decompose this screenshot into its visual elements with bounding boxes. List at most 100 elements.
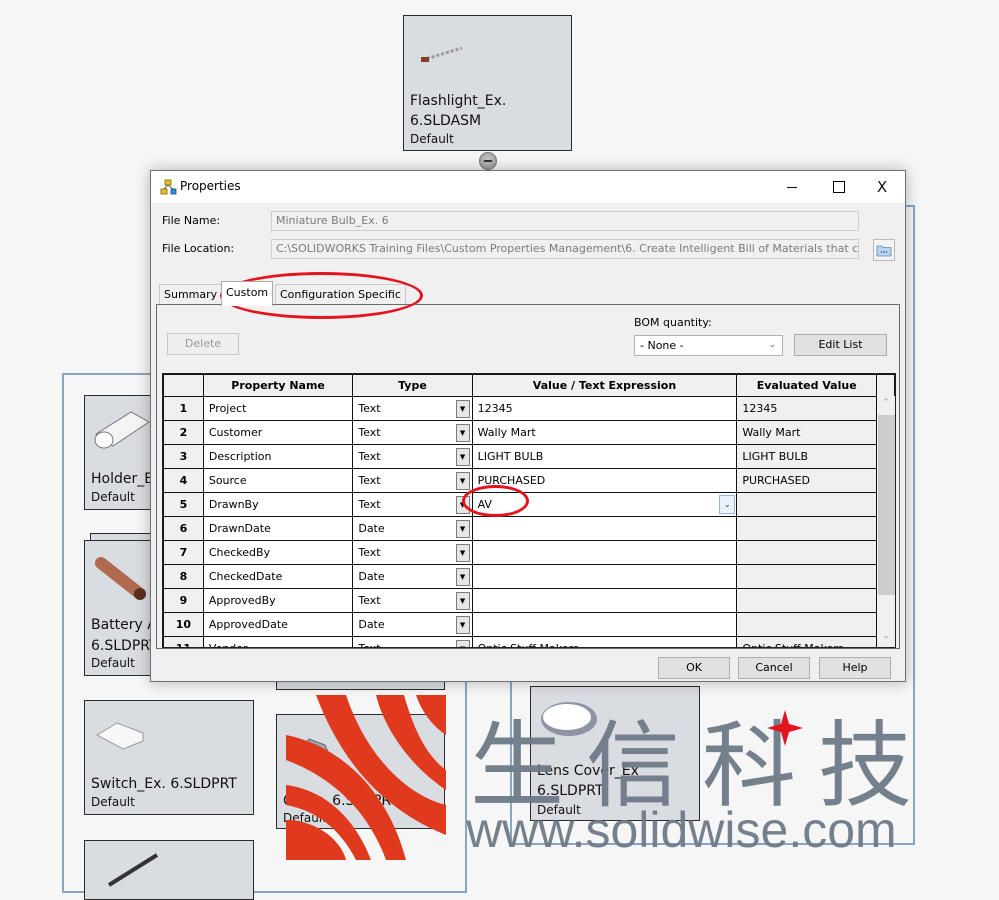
property-name-cell[interactable]: Description	[202, 444, 354, 469]
node-bottom-partial[interactable]	[84, 840, 254, 900]
type-cell[interactable]: Text ▼	[352, 420, 473, 445]
close-button[interactable]: X	[859, 171, 905, 203]
delete-button[interactable]: Delete	[167, 333, 239, 355]
property-name-cell[interactable]: ApprovedDate	[202, 612, 354, 637]
bom-quantity-select[interactable]: - None - ⌄	[634, 335, 783, 356]
row-number[interactable]: 6	[163, 516, 204, 541]
dropdown-arrow-icon[interactable]: ▼	[455, 544, 470, 562]
table-row[interactable]: 9 ApprovedBy Text ▼	[163, 588, 895, 613]
value-cell[interactable]	[471, 588, 738, 613]
property-name-cell[interactable]: CheckedBy	[202, 540, 354, 565]
type-cell[interactable]: Date ▼	[352, 516, 473, 541]
row-number[interactable]: 8	[163, 564, 204, 589]
table-row[interactable]: 7 CheckedBy Text ▼	[163, 540, 895, 565]
property-name-cell[interactable]: CheckedDate	[202, 564, 354, 589]
header-property-name[interactable]: Property Name	[202, 374, 354, 397]
property-name-cell[interactable]: Project	[202, 396, 354, 421]
type-cell[interactable]: Text ▼	[352, 468, 473, 493]
type-cell[interactable]: Text ▼	[352, 444, 473, 469]
value-cell[interactable]: Optic Stuff Makers	[471, 636, 738, 647]
value-cell[interactable]	[471, 540, 738, 565]
dropdown-arrow-icon[interactable]: ▼	[455, 592, 470, 610]
file-location-field[interactable]: C:\SOLIDWORKS Training Files\Custom Prop…	[271, 239, 859, 259]
value-dropdown-icon[interactable]: ⌄	[719, 495, 736, 514]
type-cell[interactable]: Text ▼	[352, 540, 473, 565]
property-name-cell[interactable]: DrawnDate	[202, 516, 354, 541]
dropdown-arrow-icon[interactable]: ▼	[455, 568, 470, 586]
minimize-button[interactable]	[769, 171, 815, 203]
maximize-button[interactable]	[815, 171, 861, 203]
dropdown-arrow-icon[interactable]: ▼	[455, 496, 470, 514]
table-row[interactable]: 8 CheckedDate Date ▼	[163, 564, 895, 589]
grid-vertical-scrollbar[interactable]: ⌃ ⌄	[877, 396, 895, 647]
dropdown-arrow-icon[interactable]: ▼	[455, 472, 470, 490]
type-cell[interactable]: Date ▼	[352, 564, 473, 589]
table-row[interactable]: 2 Customer Text ▼ Wally Mart Wally Mart	[163, 420, 895, 445]
header-value[interactable]: Value / Text Expression	[471, 374, 738, 397]
value-cell[interactable]: 12345	[471, 396, 738, 421]
property-name-cell[interactable]: DrawnBy	[202, 492, 354, 517]
part-thumbnail-icon	[94, 411, 150, 449]
table-row[interactable]: 3 Description Text ▼ LIGHT BULB LIGHT BULB	[163, 444, 895, 469]
row-number[interactable]: 11	[163, 636, 204, 647]
dropdown-arrow-icon[interactable]: ▼	[455, 424, 470, 442]
scroll-down-icon[interactable]: ⌄	[877, 631, 895, 647]
cancel-button[interactable]: Cancel	[738, 657, 810, 679]
type-cell[interactable]: Text ▼	[352, 492, 473, 517]
property-name-cell[interactable]: Vendor	[202, 636, 354, 647]
help-button[interactable]: Help	[819, 657, 891, 679]
row-number[interactable]: 2	[163, 420, 204, 445]
row-number[interactable]: 3	[163, 444, 204, 469]
row-number[interactable]: 10	[163, 612, 204, 637]
table-row[interactable]: 5 DrawnBy Text ▼ AV ⌄	[163, 492, 895, 517]
header-type[interactable]: Type	[352, 374, 473, 397]
row-number[interactable]: 9	[163, 588, 204, 613]
evaluated-value-cell: PURCHASED	[736, 468, 878, 493]
value-cell[interactable]	[471, 516, 738, 541]
file-name-field[interactable]: Miniature Bulb_Ex. 6	[271, 211, 859, 231]
ok-button[interactable]: OK	[658, 657, 730, 679]
table-row[interactable]: 10 ApprovedDate Date ▼	[163, 612, 895, 637]
value-cell[interactable]: LIGHT BULB	[471, 444, 738, 469]
browse-folder-button[interactable]	[873, 239, 895, 261]
type-cell[interactable]: Date ▼	[352, 612, 473, 637]
root-node-flashlight[interactable]: Flashlight_Ex. 6.SLDASM Default	[403, 15, 572, 151]
dropdown-arrow-icon[interactable]: ▼	[455, 448, 470, 466]
evaluated-value-cell	[736, 516, 878, 541]
dropdown-arrow-icon[interactable]: ▼	[455, 616, 470, 634]
scroll-up-icon[interactable]: ⌃	[877, 398, 895, 415]
value-text: Optic Stuff Makers	[478, 642, 579, 647]
type-cell[interactable]: Text ▼	[352, 588, 473, 613]
type-cell[interactable]: Text ▼	[352, 636, 473, 647]
table-row[interactable]: 1 Project Text ▼ 12345 12345	[163, 396, 895, 421]
scroll-thumb[interactable]	[878, 415, 895, 595]
property-name-cell[interactable]: ApprovedBy	[202, 588, 354, 613]
value-cell[interactable]	[471, 612, 738, 637]
dropdown-arrow-icon[interactable]: ▼	[455, 520, 470, 538]
table-row[interactable]: 4 Source Text ▼ PURCHASED PURCHASED	[163, 468, 895, 493]
row-number[interactable]: 4	[163, 468, 204, 493]
value-cell[interactable]	[471, 564, 738, 589]
dialog-titlebar[interactable]: Properties X	[151, 171, 905, 203]
tab-summary[interactable]: Summary	[159, 284, 223, 305]
table-row[interactable]: 6 DrawnDate Date ▼	[163, 516, 895, 541]
property-name-cell[interactable]: Source	[202, 468, 354, 493]
row-number[interactable]: 7	[163, 540, 204, 565]
row-number[interactable]: 5	[163, 492, 204, 517]
node-switch[interactable]: Switch_Ex. 6.SLDPRT Default	[84, 700, 254, 815]
type-cell[interactable]: Text ▼	[352, 396, 473, 421]
dropdown-arrow-icon[interactable]: ▼	[455, 400, 470, 418]
collapse-icon[interactable]	[479, 152, 497, 170]
folder-icon	[876, 245, 892, 257]
value-cell[interactable]: Wally Mart	[471, 420, 738, 445]
value-cell[interactable]: PURCHASED	[471, 468, 738, 493]
header-evaluated-value[interactable]: Evaluated Value	[736, 374, 878, 397]
tab-configuration-specific[interactable]: Configuration Specific	[275, 284, 406, 305]
dropdown-arrow-icon[interactable]: ▼	[455, 640, 470, 647]
edit-list-button[interactable]: Edit List	[794, 334, 887, 356]
property-name-cell[interactable]: Customer	[202, 420, 354, 445]
value-cell[interactable]: AV ⌄	[471, 492, 738, 517]
row-number[interactable]: 1	[163, 396, 204, 421]
table-row[interactable]: 11Vendor Text ▼ Optic Stuff Makers Optic Stu…	[163, 636, 895, 647]
tab-custom[interactable]: Custom	[221, 281, 274, 306]
